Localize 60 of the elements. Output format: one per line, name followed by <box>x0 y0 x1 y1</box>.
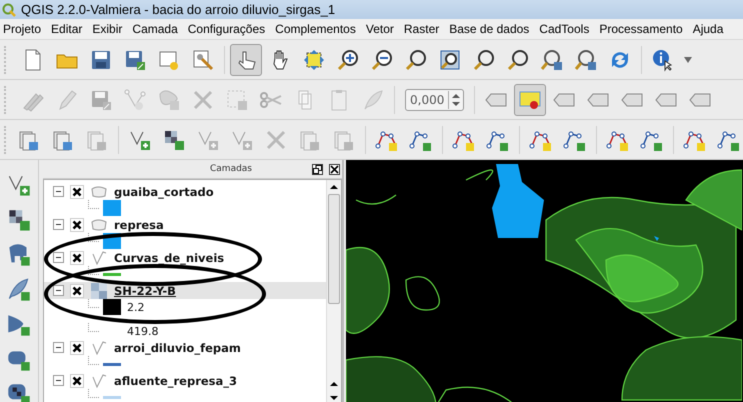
close-panel-button[interactable] <box>329 164 340 174</box>
page-wrench-icon <box>191 48 215 72</box>
zoom-extent-icon <box>438 48 462 72</box>
window-title: QGIS 2.2.0-Valmiera - bacia do arroio diluvio_sirgas_1 <box>21 2 336 17</box>
collapse-toggle[interactable] <box>53 342 64 353</box>
layer-name[interactable]: guaiba_cortado <box>114 184 214 198</box>
dropdown-arrow-icon[interactable] <box>684 56 692 62</box>
raster-layer-icon <box>90 282 108 298</box>
collapse-toggle[interactable] <box>53 252 64 263</box>
collapse-toggle[interactable] <box>53 375 64 386</box>
toolbar-button[interactable] <box>230 44 262 76</box>
collapse-toggle[interactable] <box>53 186 64 197</box>
menu-item[interactable]: Exibir <box>89 22 126 36</box>
layer-checkbox[interactable] <box>70 340 84 354</box>
panel-title: Camadas <box>210 164 252 174</box>
zoom-in-icon <box>336 48 360 72</box>
layer-checkbox[interactable] <box>70 284 84 298</box>
menu-item[interactable]: Camada <box>129 22 182 36</box>
zoom-out-icon <box>370 48 394 72</box>
line-layer-icon <box>90 340 108 354</box>
magnifier-icon <box>472 48 496 72</box>
layer-checkbox[interactable] <box>70 218 84 232</box>
line-layer-icon <box>90 374 108 388</box>
layer-checkbox[interactable] <box>70 184 84 198</box>
menu-item[interactable]: Projeto <box>0 22 46 36</box>
selection-delete-icon <box>225 88 249 112</box>
menu-item[interactable]: Ajuda <box>690 22 728 36</box>
magnifier-icon <box>506 48 530 72</box>
menu-item[interactable]: Configurações <box>184 22 270 36</box>
layer-name[interactable]: afluente_represa_3 <box>114 374 238 388</box>
legend-label: 419.8 <box>127 324 158 338</box>
menu-item[interactable]: Complementos <box>272 22 360 36</box>
menu-item[interactable]: Vetor <box>362 22 398 36</box>
layer-checkbox[interactable] <box>70 250 84 264</box>
app-logo-icon <box>2 2 16 16</box>
menu-item[interactable]: Processamento <box>596 22 687 36</box>
legend-label: 2.2 <box>127 300 144 314</box>
layer-name[interactable]: SH-22-Y-B <box>114 284 176 298</box>
collapse-toggle[interactable] <box>53 285 64 296</box>
magnifier-arrow-icon <box>540 48 564 72</box>
menu-item[interactable]: CadTools <box>536 22 594 36</box>
polygon-layer-icon <box>90 184 108 198</box>
menu-item[interactable]: Raster <box>400 22 444 36</box>
four-arrows-icon <box>302 48 326 72</box>
line-layer-icon <box>90 250 108 264</box>
menu-item[interactable]: Editar <box>48 22 86 36</box>
vertex-tool-icon <box>123 88 147 112</box>
menu-item[interactable]: Base de dados <box>446 22 534 36</box>
layer-name[interactable]: represa <box>114 218 164 232</box>
polygon-layer-icon <box>90 218 108 232</box>
shape-move-icon <box>157 88 181 112</box>
info-icon <box>651 48 675 72</box>
layer-name[interactable]: arroi_diluvio_fepam <box>114 340 241 354</box>
layer-name[interactable]: Curvas_de_niveis <box>114 250 224 264</box>
magnifier-arrow-icon <box>574 48 598 72</box>
layer-checkbox[interactable] <box>70 374 84 388</box>
magnifier-icon <box>404 48 428 72</box>
scrollbar[interactable] <box>326 180 341 402</box>
float-panel-button[interactable] <box>312 164 323 174</box>
collapse-toggle[interactable] <box>53 219 64 230</box>
